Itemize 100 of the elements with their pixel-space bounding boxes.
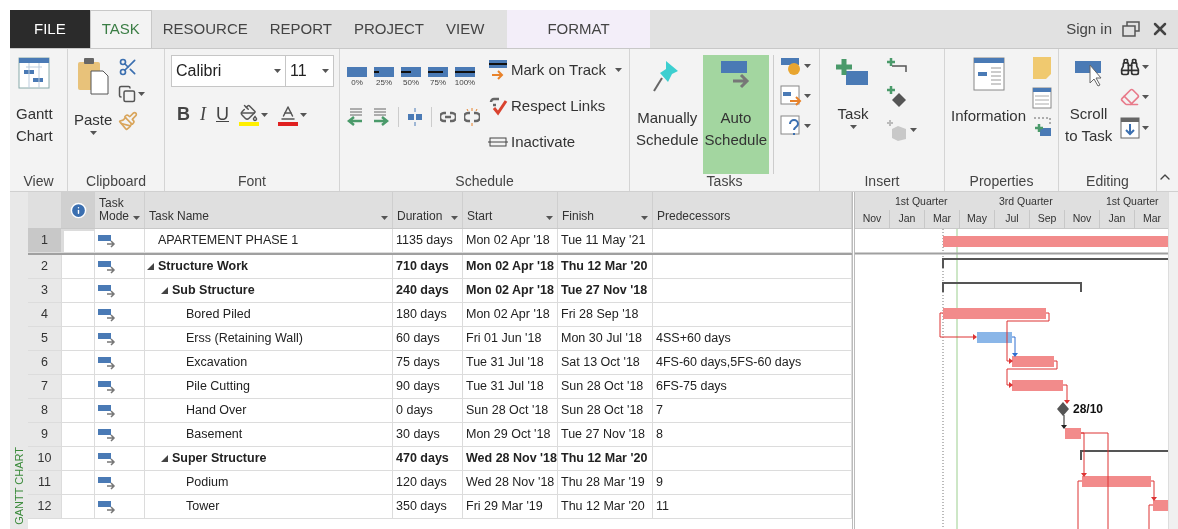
predecessors-cell: 11	[653, 495, 852, 519]
column-header[interactable]: Task Mode	[95, 192, 145, 228]
start-cell: Mon 02 Apr '18	[463, 229, 558, 253]
quarter-label: 1st Quarter	[1106, 194, 1159, 209]
column-header[interactable]: Duration	[393, 192, 463, 228]
filter-caret-icon	[641, 216, 648, 220]
font-size-field[interactable]: 11	[286, 55, 334, 87]
add-milestone-icon[interactable]	[886, 85, 908, 109]
outline-toggle-icon[interactable]	[147, 263, 154, 270]
auto-scheduled-icon	[98, 283, 116, 298]
find-icon[interactable]	[1120, 57, 1141, 77]
task-name: Super Structure	[172, 450, 267, 468]
row-number[interactable]: 5	[28, 327, 62, 351]
task-mode-help-icon[interactable]	[780, 115, 803, 137]
month-label: Jul	[995, 210, 1030, 228]
scroll-bar[interactable]	[1168, 192, 1178, 529]
percent-complete-button[interactable]: 0%	[346, 67, 368, 89]
ribbon-tab[interactable]: PROJECT	[343, 10, 436, 48]
column-header[interactable]: Predecessors	[653, 192, 852, 228]
task-name: Sub Structure	[172, 282, 255, 300]
outline-toggle-icon[interactable]	[161, 287, 168, 294]
link-icon[interactable]	[440, 111, 456, 123]
ribbon-tab[interactable]: FILE	[10, 10, 90, 48]
row-number[interactable]: 11	[28, 471, 62, 495]
duration-cell: 1135 days	[393, 229, 463, 253]
row-number[interactable]: 1	[28, 229, 62, 253]
row-number[interactable]: 10	[28, 447, 62, 471]
month-label: Nov	[855, 210, 890, 228]
scroll-to-task-button[interactable]: Scroll to Task	[1063, 55, 1115, 174]
unlink-icon[interactable]	[464, 108, 480, 126]
row-number[interactable]: 3	[28, 279, 62, 303]
gantt-chart-icon	[18, 57, 51, 89]
details-icon[interactable]	[1032, 87, 1053, 109]
schedule-mode-button[interactable]: Manually Schedule	[634, 55, 701, 174]
dropdown-caret-icon	[910, 128, 917, 132]
outline-toggle-icon[interactable]	[161, 455, 168, 462]
task-name: Pile Cutting	[186, 378, 250, 396]
summary-bar[interactable]	[942, 282, 1082, 293]
font-family-field[interactable]: Calibri	[171, 55, 286, 87]
filter-caret-icon	[133, 216, 140, 220]
schedule-command-button[interactable]: Inactivate	[488, 127, 623, 157]
ribbon-tab[interactable]: FORMAT	[507, 10, 650, 48]
month-label: Jan	[890, 210, 925, 228]
summary-bar[interactable]	[1080, 450, 1168, 461]
sign-in-link[interactable]: Sign in	[1066, 17, 1112, 41]
paste-button[interactable]: Paste	[72, 55, 115, 174]
dropdown-caret-icon	[849, 125, 857, 129]
move-task-icon[interactable]	[780, 85, 803, 107]
ribbon-tab[interactable]: RESOURCE	[151, 10, 259, 48]
row-number[interactable]: 7	[28, 375, 62, 399]
ribbon-tab[interactable]: TASK	[89, 10, 152, 48]
outdent-arrow-icon[interactable]	[346, 107, 364, 127]
schedule-command-button[interactable]: Respect Links	[488, 91, 623, 121]
row-number[interactable]: 8	[28, 399, 62, 423]
task-name: APARTEMENT PHASE 1	[158, 232, 299, 250]
schedule-command-button[interactable]: Mark on Track	[488, 55, 623, 85]
auto-scheduled-icon	[98, 451, 116, 466]
group-label: View	[23, 174, 54, 188]
eraser-icon[interactable]	[1120, 87, 1141, 107]
text-style-button[interactable]: B	[177, 101, 190, 128]
add-to-timeline-icon[interactable]	[1032, 116, 1053, 138]
row-number[interactable]: 4	[28, 303, 62, 327]
quarter-label: 3rd Quarter	[999, 194, 1053, 209]
ribbon-tab[interactable]: VIEW	[435, 10, 496, 48]
row-number[interactable]: 9	[28, 423, 62, 447]
percent-complete-button[interactable]: 100%	[454, 67, 476, 89]
inspect-task-icon[interactable]	[780, 55, 803, 77]
row-number[interactable]: 12	[28, 495, 62, 519]
fill-color-icon[interactable]	[240, 103, 258, 122]
column-header[interactable]: Start	[463, 192, 558, 228]
gantt-chart-button[interactable]: Gantt Chart	[14, 55, 55, 174]
row-number[interactable]: 2	[28, 255, 62, 279]
text-style-button[interactable]: U	[216, 101, 229, 128]
percent-complete-button[interactable]: 50%	[400, 67, 422, 89]
summary-bar[interactable]	[942, 258, 1168, 269]
split-task-icon[interactable]	[407, 108, 423, 126]
percent-complete-button[interactable]: 75%	[427, 67, 449, 89]
schedule-mode-button[interactable]: Auto Schedule	[702, 55, 770, 174]
row-number[interactable]: 6	[28, 351, 62, 375]
ribbon-tab[interactable]: REPORT	[258, 10, 343, 48]
add-summary-icon[interactable]	[886, 57, 908, 75]
fill-down-icon[interactable]	[1120, 117, 1141, 139]
indent-arrow-icon[interactable]	[372, 107, 390, 127]
dropdown-caret-icon	[615, 68, 623, 72]
restore-window-icon[interactable]	[1122, 21, 1140, 37]
percent-complete-button[interactable]: 25%	[373, 67, 395, 89]
column-header[interactable]: Finish	[558, 192, 653, 228]
copy-icon[interactable]	[118, 85, 137, 103]
task-name: Excavation	[186, 354, 248, 372]
column-header[interactable]: Task Name	[145, 192, 393, 228]
task-name: Bored Piled	[186, 306, 251, 324]
auto-scheduled-icon	[98, 499, 116, 514]
group-label: Insert	[864, 174, 900, 188]
font-color-icon[interactable]	[279, 103, 297, 122]
text-style-button[interactable]: I	[200, 101, 206, 128]
insert-task-button[interactable]: Task	[834, 55, 872, 174]
information-button[interactable]: Information	[949, 55, 1029, 174]
finish-cell: Tue 11 May '21	[558, 229, 653, 253]
milestone-icon[interactable]	[1057, 402, 1069, 416]
percent-complete-icon	[401, 67, 421, 77]
